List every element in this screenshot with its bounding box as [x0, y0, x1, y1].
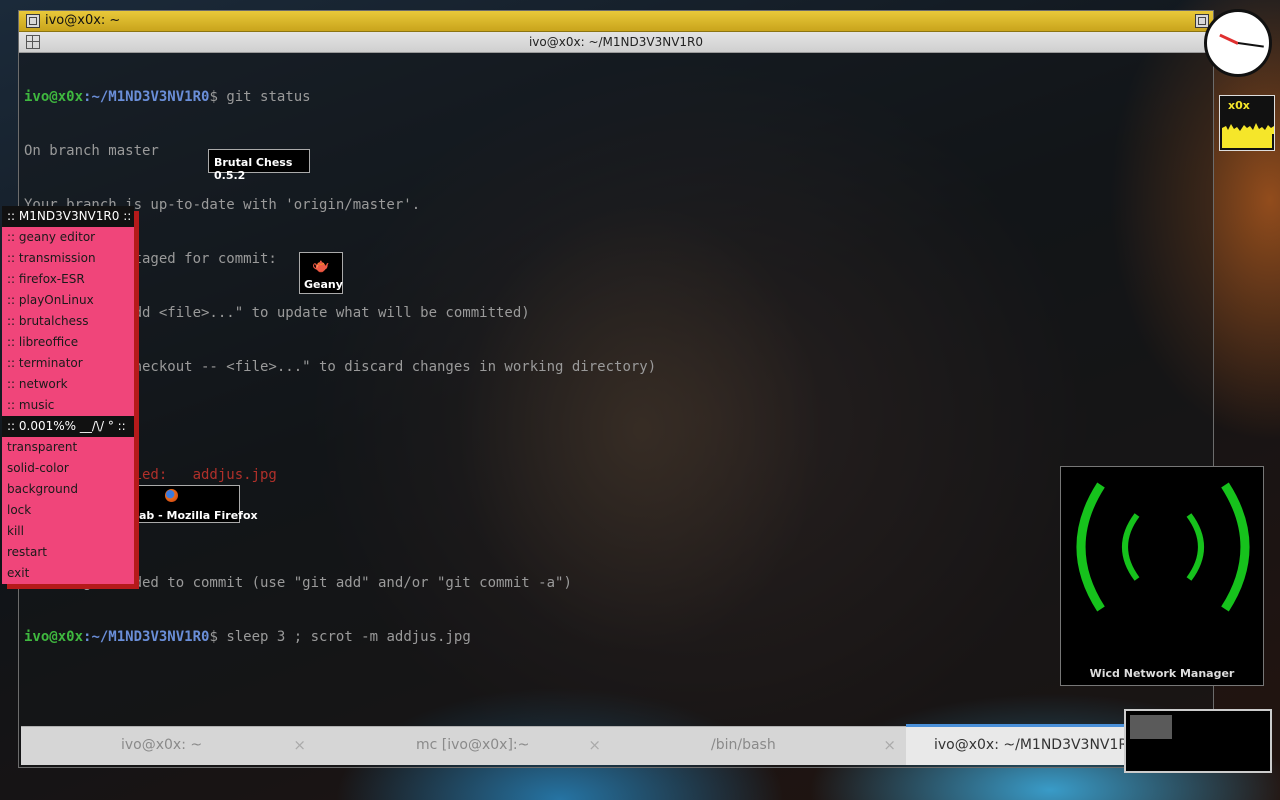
cpu-fill — [1222, 134, 1272, 148]
terminal-titlebar[interactable]: ivo@x0x: ~/M1ND3V3NV1R0 — [19, 32, 1213, 53]
tab-mc[interactable]: mc [ivo@x0x]:~ × — [316, 727, 611, 765]
wireless-signal-icon — [1076, 482, 1250, 612]
menu-item-exit[interactable]: exit — [2, 563, 134, 584]
menu-item-terminator[interactable]: :: terminator — [2, 353, 134, 374]
terminal-line: modified: addjus.jpg — [91, 467, 277, 483]
brutal-chess-icon[interactable]: Brutal Chess 0.5.2 — [208, 149, 310, 182]
cpu-graph-icon — [1222, 123, 1274, 134]
menu-item-background[interactable]: background — [2, 479, 134, 500]
firefox-label: ab - Mozilla Firefox — [139, 509, 258, 522]
cpu-monitor[interactable]: x0x — [1219, 95, 1275, 151]
menu-item-firefox[interactable]: :: firefox-ESR — [2, 269, 134, 290]
terminal-tab-bar: ivo@x0x: ~ × mc [ivo@x0x]:~ × /bin/bash … — [21, 724, 1211, 765]
terminal-line: ivo@x0x:~/M1ND3V3NV1R0$ git status — [24, 89, 311, 105]
clock-minute-hand — [1237, 42, 1264, 48]
terminal-line: Your branch is up-to-date with 'origin/m… — [24, 197, 421, 213]
terminal-line: no changes added to commit (use "git add… — [24, 575, 572, 591]
menu-item-network[interactable]: :: network — [2, 374, 134, 395]
firefox-logo-icon — [165, 489, 178, 502]
menu-item-transparent[interactable]: transparent — [2, 437, 134, 458]
menu-item-lock[interactable]: lock — [2, 500, 134, 521]
clock-hour-hand — [1219, 33, 1239, 45]
tab-label: ivo@x0x: ~/M1ND3V3NV1R0 — [934, 737, 1138, 753]
maximize-icon[interactable] — [1195, 14, 1209, 28]
pager-workspace[interactable] — [1130, 715, 1172, 739]
menu-item-solid-color[interactable]: solid-color — [2, 458, 134, 479]
menu-item-transmission[interactable]: :: transmission — [2, 248, 134, 269]
geany-label: Geany — [304, 278, 343, 291]
tab-bash[interactable]: /bin/bash × — [611, 727, 906, 765]
terminal-line: ivo@x0x:~/M1ND3V3NV1R0$ sleep 3 ; scrot … — [24, 629, 471, 645]
tab-label: /bin/bash — [711, 737, 776, 753]
wicd-network-manager[interactable]: Wicd Network Manager — [1060, 466, 1264, 686]
menu-header: :: 0.001%% __/\/ ° :: — [2, 416, 134, 437]
window-title: ivo@x0x: ~ — [45, 13, 121, 28]
close-icon[interactable]: × — [883, 736, 896, 754]
menu-item-restart[interactable]: restart — [2, 542, 134, 563]
menu-item-music[interactable]: :: music — [2, 395, 134, 416]
terminal-line: (use "git add <file>..." to update what … — [24, 305, 530, 321]
tab-label: mc [ivo@x0x]:~ — [416, 737, 530, 753]
window-titlebar[interactable]: ivo@x0x: ~ — [19, 11, 1213, 32]
terminal-line: On branch master — [24, 143, 159, 159]
geany-icon[interactable]: 🫖 Geany — [299, 252, 343, 294]
tab-label: ivo@x0x: ~ — [121, 737, 203, 753]
terminal-line: (use "git checkout -- <file>..." to disc… — [24, 359, 657, 375]
menu-item-kill[interactable]: kill — [2, 521, 134, 542]
menu-item-brutalchess[interactable]: :: brutalchess — [2, 311, 134, 332]
menu-item-playonlinux[interactable]: :: playOnLinux — [2, 290, 134, 311]
menu-item-libreoffice[interactable]: :: libreoffice — [2, 332, 134, 353]
firefox-icon[interactable]: ab - Mozilla Firefox — [136, 485, 258, 523]
terminal-window[interactable]: ivo@x0x: ~ ivo@x0x: ~/M1ND3V3NV1R0 ivo@x… — [18, 10, 1214, 768]
brutal-chess-label: Brutal Chess 0.5.2 — [214, 156, 293, 182]
terminal-line: Changes not staged for commit: — [24, 251, 277, 267]
close-icon[interactable]: × — [588, 736, 601, 754]
wicd-label: Wicd Network Manager — [1089, 667, 1235, 680]
cpu-label: x0x — [1228, 99, 1250, 112]
terminal-output[interactable]: ivo@x0x:~/M1ND3V3NV1R0$ git status On br… — [23, 52, 1209, 723]
menu-item-geany[interactable]: :: geany editor — [2, 227, 134, 248]
menu-header: :: M1ND3V3NV1R0 :: — [2, 206, 134, 227]
window-menu-icon[interactable] — [26, 14, 40, 28]
teapot-icon: 🫖 — [312, 258, 330, 274]
analog-clock — [1204, 9, 1272, 77]
desktop-pager[interactable] — [1124, 709, 1272, 773]
terminal-title: ivo@x0x: ~/M1ND3V3NV1R0 — [528, 35, 704, 49]
tab-home[interactable]: ivo@x0x: ~ × — [21, 727, 316, 765]
root-menu: :: M1ND3V3NV1R0 :: :: geany editor :: tr… — [2, 206, 134, 584]
close-icon[interactable]: × — [293, 736, 306, 754]
